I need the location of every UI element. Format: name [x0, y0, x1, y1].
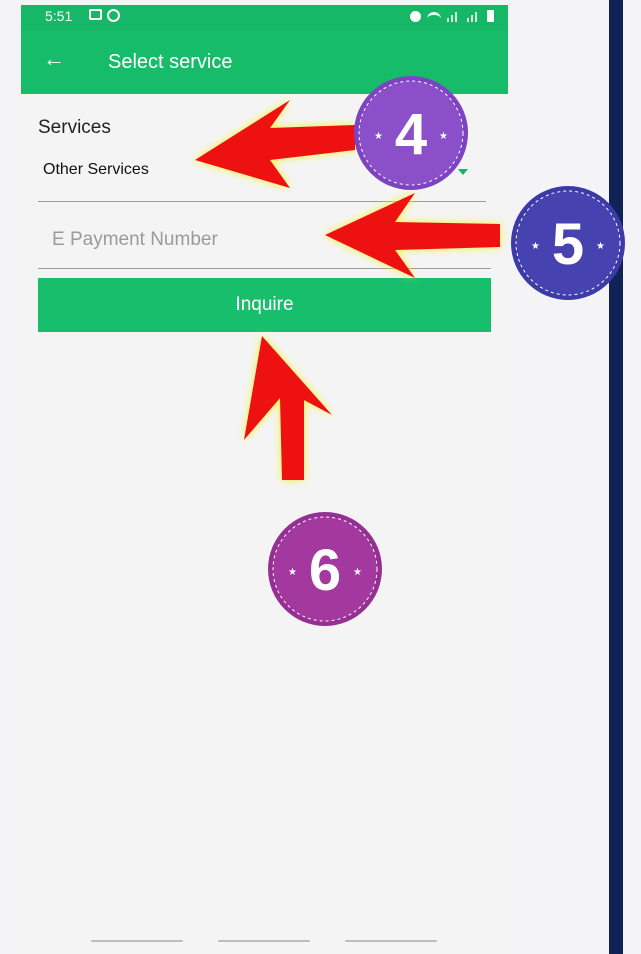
svg-text:6: 6 — [309, 538, 341, 603]
svg-text:★: ★ — [374, 131, 383, 142]
back-arrow-icon[interactable]: ← — [43, 48, 65, 70]
step-badge-6: 6 ★ ★ — [268, 512, 382, 626]
signal-icon — [447, 11, 461, 22]
svg-text:★: ★ — [288, 567, 297, 578]
service-dropdown-value: Other Services — [43, 161, 149, 178]
svg-text:5: 5 — [552, 212, 584, 277]
epayment-field[interactable] — [38, 220, 491, 269]
status-notification-icons — [89, 9, 120, 22]
alarm-icon — [410, 11, 421, 22]
nav-home-indicator[interactable] — [218, 940, 310, 942]
battery-icon — [487, 10, 494, 22]
svg-text:4: 4 — [395, 102, 427, 167]
services-label: Services — [38, 117, 111, 138]
step-badge-4: 4 ★ ★ — [354, 76, 468, 190]
svg-text:★: ★ — [596, 241, 605, 252]
gallery-icon — [89, 9, 102, 20]
page-title: Select service — [108, 51, 233, 73]
system-nav-bar — [21, 926, 508, 954]
svg-text:★: ★ — [353, 567, 362, 578]
status-system-icons — [410, 10, 494, 22]
status-bar: 5:51 — [21, 5, 508, 30]
signal-icon-2 — [467, 11, 481, 22]
wifi-icon — [427, 12, 441, 22]
svg-text:★: ★ — [439, 131, 448, 142]
nav-recents-indicator[interactable] — [91, 940, 183, 942]
status-time: 5:51 — [45, 8, 73, 24]
step-badge-5: 5 ★ ★ — [511, 186, 625, 300]
whatsapp-icon — [107, 9, 120, 22]
epayment-number-input[interactable] — [50, 228, 454, 252]
side-rail — [609, 0, 623, 954]
svg-text:★: ★ — [531, 241, 540, 252]
nav-back-indicator[interactable] — [345, 940, 437, 942]
inquire-button[interactable]: Inquire — [38, 278, 491, 332]
